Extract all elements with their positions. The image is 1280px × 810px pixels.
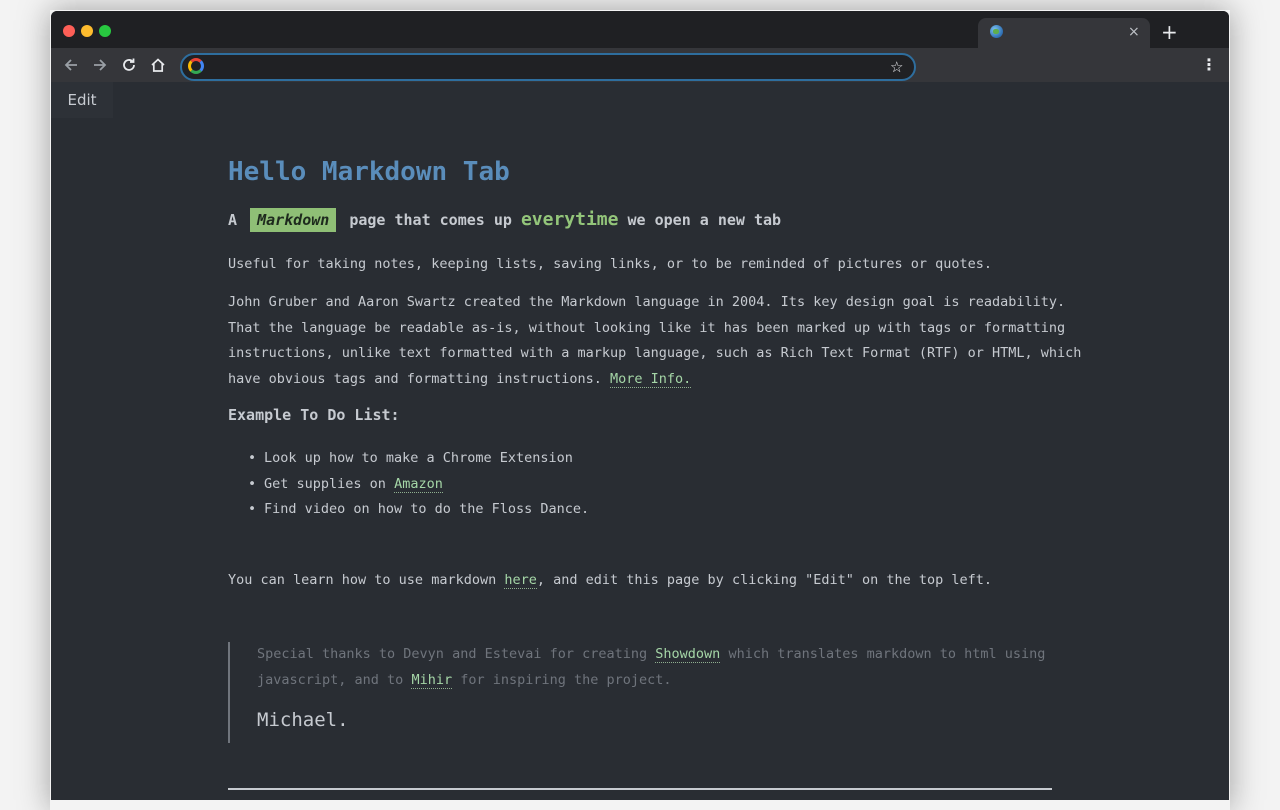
- learn-text: , and edit this page by clicking "Edit" …: [536, 572, 993, 588]
- paragraph-line: That the language be readable as-is, wit…: [228, 319, 1066, 336]
- reload-icon[interactable]: [117, 48, 141, 82]
- page-subtitle: A Markdown page that comes up everytime …: [228, 208, 781, 232]
- star-icon[interactable]: ☆: [890, 55, 903, 79]
- google-icon: [188, 58, 204, 74]
- list-item: Look up how to make a Chrome Extension: [246, 446, 589, 472]
- intro-paragraph: Useful for taking notes, keeping lists, …: [228, 256, 993, 272]
- browser-toolbar: ☆ ⋮: [51, 48, 1229, 82]
- subtitle-text: page that comes up: [349, 211, 512, 229]
- subtitle-text: A: [228, 211, 238, 229]
- menu-icon[interactable]: ⋮: [1201, 48, 1217, 82]
- home-icon[interactable]: [146, 48, 170, 82]
- learn-paragraph: You can learn how to use markdown here, …: [228, 568, 992, 594]
- quote-text: javascript, and to: [257, 671, 404, 688]
- blockquote: Special thanks to Devyn and Estevai for …: [228, 642, 1045, 743]
- list-item-text: Find video on how to do the Floss Dance.: [264, 501, 590, 518]
- list-item: Get supplies on Amazon: [246, 472, 589, 498]
- paragraph-text: have obvious tags and formatting instruc…: [228, 370, 602, 387]
- maximize-window-button[interactable]: [99, 25, 111, 37]
- forward-icon[interactable]: [88, 48, 112, 82]
- showdown-link[interactable]: Showdown: [655, 646, 721, 663]
- todo-list: Look up how to make a Chrome Extension G…: [246, 446, 589, 523]
- horizontal-rule: [228, 788, 1052, 790]
- title-bar: × +: [51, 11, 1229, 48]
- quote-line: Special thanks to Devyn and Estevai for …: [257, 642, 1045, 668]
- close-window-button[interactable]: [63, 25, 75, 37]
- markdown-badge: Markdown: [250, 208, 337, 232]
- quote-line: javascript, and to Mihir for inspiring t…: [257, 668, 1027, 694]
- back-icon[interactable]: [59, 48, 83, 82]
- subtitle-text: we open a new tab: [627, 211, 782, 229]
- page-title: Hello Markdown Tab: [228, 157, 510, 187]
- globe-icon: [990, 25, 1003, 38]
- markdown-history-paragraph: John Gruber and Aaron Swartz created the…: [228, 290, 1081, 392]
- paragraph-line: John Gruber and Aaron Swartz created the…: [228, 294, 1066, 310]
- edit-button[interactable]: Edit: [51, 82, 113, 118]
- quote-text: which translates markdown to html using: [728, 646, 1046, 662]
- quote-text: for inspiring the project.: [460, 671, 672, 688]
- subtitle-emphasis: everytime: [520, 209, 619, 230]
- close-icon[interactable]: ×: [1128, 23, 1140, 41]
- new-tab-button[interactable]: +: [1161, 20, 1178, 44]
- paragraph-line: instructions, unlike text formatted with…: [228, 345, 1082, 362]
- address-bar[interactable]: ☆: [180, 53, 916, 81]
- here-link[interactable]: here: [504, 572, 537, 589]
- browser-tab[interactable]: ×: [978, 18, 1150, 48]
- list-item-text: Get supplies on: [264, 475, 386, 492]
- paragraph-line: have obvious tags and formatting instruc…: [228, 367, 1081, 393]
- minimize-window-button[interactable]: [81, 25, 93, 37]
- more-info-link[interactable]: More Info.: [610, 370, 692, 388]
- browser-window: × + ☆ ⋮ Edit Hello Markdown Tab A Markdo…: [51, 11, 1229, 800]
- quote-text: Special thanks to Devyn and Estevai for …: [257, 646, 648, 662]
- amazon-link[interactable]: Amazon: [394, 475, 443, 493]
- thanks-paragraph: Special thanks to Devyn and Estevai for …: [257, 642, 1045, 694]
- signature: Michael.: [257, 709, 349, 731]
- list-item-text: Look up how to make a Chrome Extension: [264, 450, 573, 466]
- todo-heading: Example To Do List:: [228, 406, 400, 424]
- list-item: Find video on how to do the Floss Dance.: [246, 497, 589, 523]
- learn-text: You can learn how to use markdown: [228, 572, 497, 588]
- mihir-link[interactable]: Mihir: [411, 671, 453, 689]
- page-content: Edit Hello Markdown Tab A Markdown page …: [51, 82, 1229, 800]
